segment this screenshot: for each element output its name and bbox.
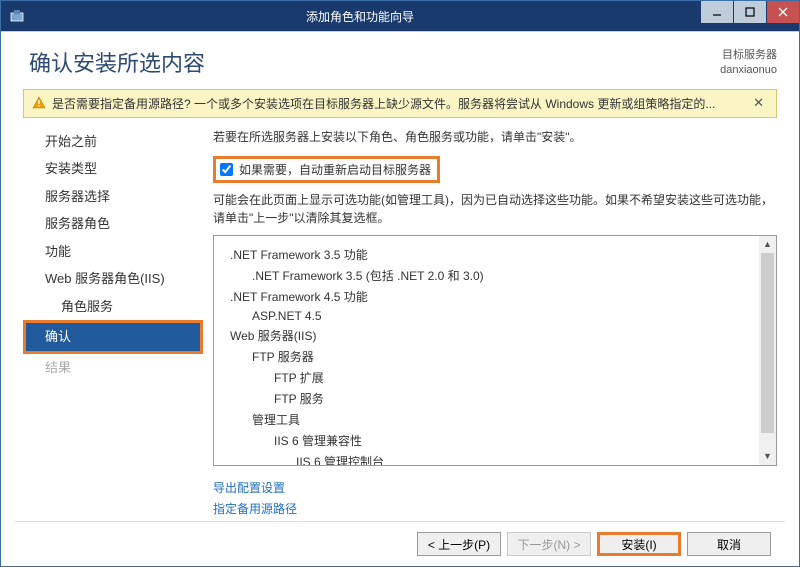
auto-restart-label: 如果需要，自动重新启动目标服务器 (239, 161, 431, 178)
sidebar-item-features[interactable]: 功能 (23, 238, 203, 266)
app-icon (9, 8, 25, 24)
window-title: 添加角色和功能向导 (31, 8, 799, 25)
titlebar: 添加角色和功能向导 (1, 1, 799, 31)
destination-block: 目标服务器 danxiaonuo (720, 48, 777, 79)
list-item: .NET Framework 4.5 功能 (222, 286, 776, 307)
destination-value: danxiaonuo (720, 63, 777, 78)
sidebar-item-role-services[interactable]: 角色服务 (23, 293, 203, 321)
auto-restart-checkbox[interactable] (220, 163, 233, 176)
list-item: IIS 6 管理兼容性 (222, 430, 776, 451)
sidebar-item-results: 结果 (23, 354, 203, 382)
explain-text: 可能会在此页面上显示可选功能(如管理工具)，因为已自动选择这些功能。如果不希望安… (213, 191, 777, 227)
list-item: .NET Framework 3.5 功能 (222, 244, 776, 265)
next-button: 下一步(N) > (507, 532, 591, 556)
main-panel: 若要在所选服务器上安装以下角色、角色服务或功能，请单击"安装"。 如果需要，自动… (203, 128, 777, 521)
sidebar-item-before[interactable]: 开始之前 (23, 128, 203, 156)
list-item: FTP 服务 (222, 388, 776, 409)
warning-icon (32, 96, 46, 110)
list-item: Web 服务器(IIS) (222, 325, 776, 346)
sidebar: 开始之前 安装类型 服务器选择 服务器角色 功能 Web 服务器角色(IIS) … (23, 128, 203, 521)
destination-label: 目标服务器 (720, 48, 777, 63)
scroll-thumb[interactable] (761, 253, 774, 433)
scroll-up-icon[interactable]: ▲ (759, 236, 776, 253)
warning-text: 是否需要指定备用源路径? 一个或多个安装选项在目标服务器上缺少源文件。服务器将尝… (52, 95, 749, 112)
maximize-button[interactable] (733, 1, 766, 23)
page-title: 确认安装所选内容 (29, 46, 720, 78)
columns: 开始之前 安装类型 服务器选择 服务器角色 功能 Web 服务器角色(IIS) … (15, 128, 785, 521)
sidebar-item-install-type[interactable]: 安装类型 (23, 155, 203, 183)
auto-restart-row[interactable]: 如果需要，自动重新启动目标服务器 (213, 156, 440, 183)
wizard-window: 添加角色和功能向导 确认安装所选内容 目标服务器 danxiaonuo 是否需要… (0, 0, 800, 567)
footer: < 上一步(P) 下一步(N) > 安装(I) 取消 (15, 521, 785, 566)
alt-source-link[interactable]: 指定备用源路径 (213, 502, 297, 516)
list-item: 管理工具 (222, 409, 776, 430)
list-item: FTP 扩展 (222, 367, 776, 388)
list-item: FTP 服务器 (222, 346, 776, 367)
sidebar-item-confirmation[interactable]: 确认 (23, 320, 203, 354)
list-item: .NET Framework 3.5 (包括 .NET 2.0 和 3.0) (222, 265, 776, 286)
header-row: 确认安装所选内容 目标服务器 danxiaonuo (15, 32, 785, 89)
sidebar-item-server-roles[interactable]: 服务器角色 (23, 210, 203, 238)
list-item: ASP.NET 4.5 (222, 307, 776, 325)
list-item: IIS 6 管理控制台 (222, 451, 776, 466)
content-area: 确认安装所选内容 目标服务器 danxiaonuo 是否需要指定备用源路径? 一… (1, 31, 799, 566)
warning-bar: 是否需要指定备用源路径? 一个或多个安装选项在目标服务器上缺少源文件。服务器将尝… (23, 89, 777, 118)
warning-close[interactable]: ✕ (749, 95, 768, 111)
minimize-button[interactable] (700, 1, 733, 23)
scroll-down-icon[interactable]: ▼ (759, 448, 776, 465)
sidebar-item-server-selection[interactable]: 服务器选择 (23, 183, 203, 211)
export-config-link[interactable]: 导出配置设置 (213, 481, 285, 495)
cancel-button[interactable]: 取消 (687, 532, 771, 556)
instruction-text: 若要在所选服务器上安装以下角色、角色服务或功能，请单击"安装"。 (213, 128, 777, 146)
sidebar-item-iis[interactable]: Web 服务器角色(IIS) (23, 265, 203, 293)
links-block: 导出配置设置 指定备用源路径 (213, 478, 777, 521)
selection-listbox[interactable]: .NET Framework 3.5 功能.NET Framework 3.5 … (213, 235, 777, 466)
close-button[interactable] (766, 1, 799, 23)
install-button[interactable]: 安装(I) (597, 532, 681, 556)
listbox-scrollbar[interactable]: ▲ ▼ (759, 236, 776, 465)
previous-button[interactable]: < 上一步(P) (417, 532, 501, 556)
